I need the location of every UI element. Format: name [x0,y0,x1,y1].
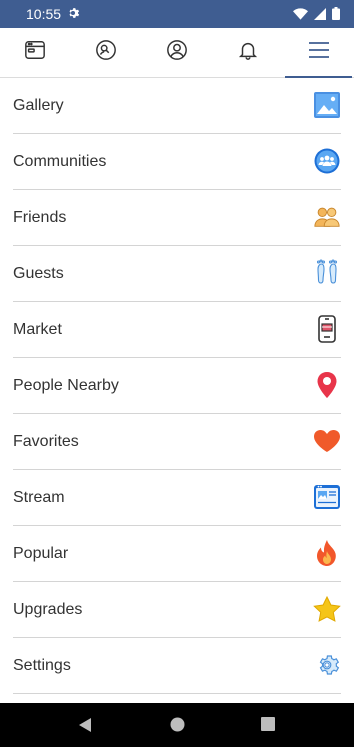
friends-icon [313,203,341,231]
menu-item-label: Market [13,320,62,338]
heart-icon [313,427,341,455]
fire-icon [313,539,341,567]
browser-window-icon [24,39,46,66]
menu-item-stream[interactable]: Stream [13,470,341,526]
menu-item-guests[interactable]: Guests [13,246,341,302]
wifi-icon [293,7,308,25]
tab-browser[interactable] [0,28,71,77]
menu-item-settings[interactable]: Settings [13,638,341,694]
bell-icon [237,39,259,66]
tab-profile[interactable] [142,28,213,77]
home-icon[interactable] [170,717,185,737]
menu-item-label: Gallery [13,96,64,114]
menu-item-popular[interactable]: Popular [13,526,341,582]
menu-item-label: Popular [13,544,69,562]
menu-item-label: Guests [13,264,64,282]
menu-item-favorites[interactable]: Favorites [13,414,341,470]
footprints-icon [313,259,341,287]
menu-item-label: Communities [13,152,107,170]
menu-item-label: People Nearby [13,376,119,394]
gallery-icon [313,91,341,119]
market-phone-icon [313,315,341,343]
status-bar: 10:55 [0,0,354,28]
menu-item-label: Settings [13,656,71,674]
menu-item-label: Favorites [13,432,79,450]
side-menu-list: Gallery Communities Friends Guests Marke… [0,78,354,694]
menu-item-label: Upgrades [13,600,83,618]
top-tab-bar [0,28,354,78]
menu-item-upgrades[interactable]: Upgrades [13,582,341,638]
status-time: 10:55 [26,6,62,22]
menu-item-people-nearby[interactable]: People Nearby [13,358,341,414]
tab-notifications[interactable] [212,28,283,77]
stream-icon [313,483,341,511]
hamburger-menu-icon [307,40,331,65]
menu-item-gallery[interactable]: Gallery [13,78,341,134]
people-search-icon [95,39,117,66]
star-icon [313,595,341,623]
menu-item-label: Friends [13,208,67,226]
menu-item-friends[interactable]: Friends [13,190,341,246]
tab-search-people[interactable] [71,28,142,77]
menu-item-label: Stream [13,488,65,506]
menu-item-communities[interactable]: Communities [13,134,341,190]
signal-icon [314,7,326,25]
location-pin-icon [313,371,341,399]
back-icon[interactable] [78,717,92,738]
gear-icon [66,6,80,25]
system-nav-bar [0,703,354,747]
recents-icon[interactable] [261,717,275,736]
tab-menu[interactable] [283,28,354,78]
communities-icon [313,147,341,175]
settings-gear-icon [313,651,341,679]
battery-icon [332,7,340,25]
menu-item-market[interactable]: Market [13,302,341,358]
profile-icon [166,39,188,66]
